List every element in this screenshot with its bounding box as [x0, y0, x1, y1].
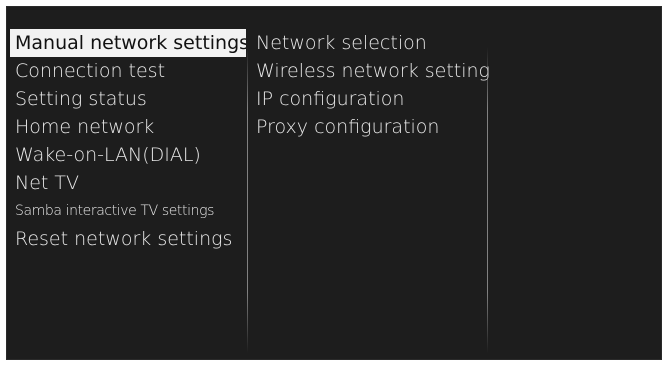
submenu-item-network-selection[interactable]: Network selection: [254, 29, 490, 57]
network-menu: Manual network settings Connection test …: [10, 29, 246, 253]
menu-item-reset-network-settings[interactable]: Reset network settings: [10, 225, 246, 253]
menu-item-wake-on-lan[interactable]: Wake-on-LAN(DIAL): [10, 141, 246, 169]
network-settings-screen: Manual network settings Connection test …: [6, 6, 662, 360]
manual-network-submenu: Network selection Wireless network setti…: [254, 29, 490, 141]
menu-item-home-network[interactable]: Home network: [10, 113, 246, 141]
menu-item-manual-network-settings[interactable]: Manual network settings: [10, 29, 246, 57]
menu-item-setting-status[interactable]: Setting status: [10, 85, 246, 113]
submenu-item-ip-configuration[interactable]: IP configuration: [254, 85, 490, 113]
column-divider-left: [247, 47, 248, 353]
submenu-item-wireless-network-setting[interactable]: Wireless network setting: [254, 57, 490, 85]
menu-item-samba-interactive-tv-settings[interactable]: Samba interactive TV settings: [10, 197, 246, 225]
menu-item-net-tv[interactable]: Net TV: [10, 169, 246, 197]
column-divider-right: [487, 47, 488, 353]
menu-item-connection-test[interactable]: Connection test: [10, 57, 246, 85]
submenu-item-proxy-configuration[interactable]: Proxy configuration: [254, 113, 490, 141]
